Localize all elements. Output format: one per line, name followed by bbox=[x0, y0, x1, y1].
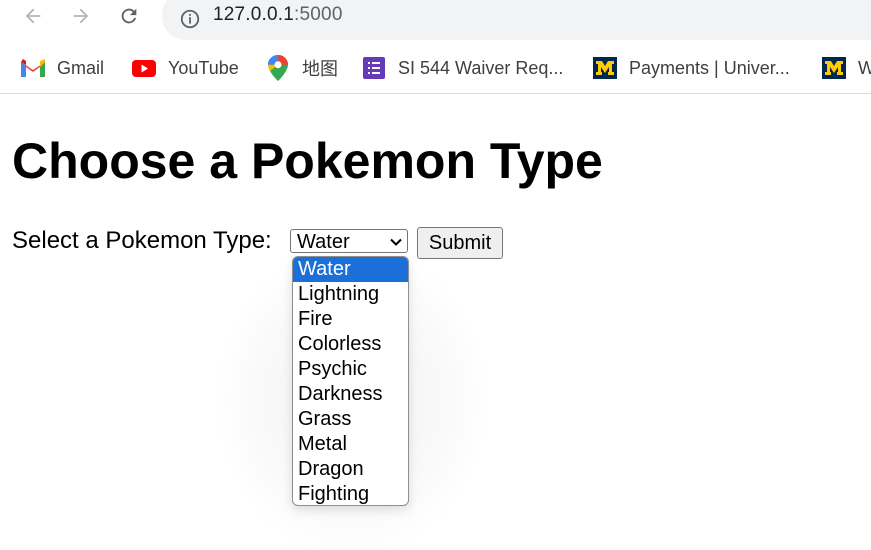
bookmark-si544-waiver[interactable]: SI 544 Waiver Req... bbox=[362, 49, 563, 87]
page-title: Choose a Pokemon Type bbox=[12, 133, 603, 189]
bookmark-label: Gmail bbox=[57, 57, 105, 78]
maps-icon bbox=[266, 55, 290, 81]
type-dropdown-list[interactable]: Water Lightning Fire Colorless Psychic D… bbox=[292, 256, 409, 506]
option-lightning[interactable]: Lightning bbox=[293, 282, 408, 307]
back-button[interactable] bbox=[20, 3, 46, 29]
option-colorless[interactable]: Colorless bbox=[293, 332, 408, 357]
arrow-left-icon bbox=[25, 8, 41, 24]
chevron-down-icon bbox=[390, 238, 402, 246]
arrow-right-icon bbox=[73, 8, 89, 24]
address-bar[interactable]: 127.0.0.1:5000 bbox=[162, 0, 871, 40]
forward-button[interactable] bbox=[68, 3, 94, 29]
bookmark-label: SI 544 Waiver Req... bbox=[398, 57, 564, 78]
bookmark-w[interactable]: W bbox=[822, 49, 871, 87]
bookmark-payments[interactable]: Payments | Univer... bbox=[593, 49, 790, 87]
bookmark-youtube[interactable]: YouTube bbox=[132, 49, 239, 87]
option-fire[interactable]: Fire bbox=[293, 307, 408, 332]
forms-icon bbox=[362, 56, 386, 80]
gmail-icon bbox=[21, 56, 45, 80]
url-text[interactable]: 127.0.0.1:5000 bbox=[213, 4, 343, 26]
option-darkness[interactable]: Darkness bbox=[293, 382, 408, 407]
bookmark-maps[interactable]: 地图 bbox=[266, 49, 338, 87]
option-psychic[interactable]: Psychic bbox=[293, 357, 408, 382]
option-metal[interactable]: Metal bbox=[293, 432, 408, 457]
bookmark-gmail[interactable]: Gmail bbox=[21, 49, 104, 87]
bookmarks-bar: Gmail YouTube 地图 SI 544 Waiver Req... Pa… bbox=[0, 49, 871, 94]
option-dragon[interactable]: Dragon bbox=[293, 457, 408, 482]
reload-button[interactable] bbox=[116, 3, 142, 29]
info-icon[interactable] bbox=[179, 8, 201, 30]
umich-icon bbox=[822, 56, 846, 80]
bookmark-label: W bbox=[858, 57, 871, 78]
option-fighting[interactable]: Fighting bbox=[293, 482, 408, 505]
option-grass[interactable]: Grass bbox=[293, 407, 408, 432]
browser-toolbar: 127.0.0.1:5000 bbox=[0, 0, 871, 44]
umich-icon bbox=[593, 56, 617, 80]
option-water[interactable]: Water bbox=[293, 257, 408, 282]
url-host: 127.0.0.1 bbox=[213, 4, 295, 25]
bookmark-label: Payments | Univer... bbox=[629, 57, 790, 78]
reload-icon bbox=[121, 8, 137, 24]
youtube-icon bbox=[132, 56, 156, 80]
bookmark-label: 地图 bbox=[302, 59, 338, 79]
url-port: :5000 bbox=[294, 4, 343, 25]
bookmark-label: YouTube bbox=[168, 57, 239, 78]
